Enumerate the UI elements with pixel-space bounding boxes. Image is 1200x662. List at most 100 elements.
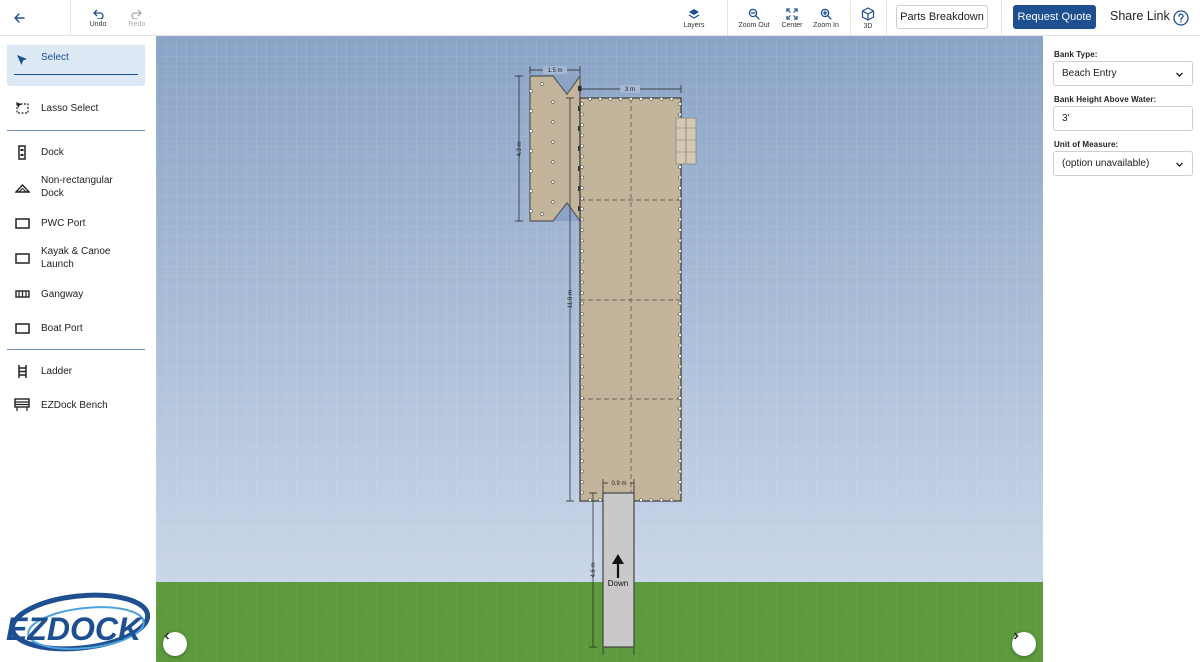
undo-button[interactable]: Undo — [84, 0, 112, 36]
dock-float — [580, 217, 584, 222]
chevron-right-icon — [1014, 632, 1019, 640]
tool-label: Gangway — [41, 289, 84, 300]
tool-lasso-select[interactable]: Lasso Select — [7, 98, 145, 118]
design-canvas[interactable]: Down 1.5 m 3 m 4.3 m 11.9 m 0.9 m 4.6 m — [156, 36, 1043, 662]
dock-float — [580, 427, 584, 432]
cursor-icon — [14, 52, 30, 68]
dock-float — [678, 364, 682, 369]
bank-height-value: 3' — [1062, 113, 1070, 124]
tool-boat-port[interactable]: Boat Port — [7, 318, 145, 338]
sidebar-divider — [7, 349, 145, 350]
view-3d-button[interactable]: 3D — [856, 0, 880, 36]
dock-float — [588, 97, 592, 101]
bank-type-select[interactable]: Beach Entry — [1053, 61, 1193, 86]
select-underline — [14, 74, 138, 75]
tool-kayak-canoe-launch[interactable]: Kayak & Canoe Launch — [7, 243, 145, 273]
tool-gangway[interactable]: Gangway — [7, 284, 145, 304]
dock-float — [678, 228, 682, 232]
dock-float — [678, 322, 682, 327]
toolbar-divider — [70, 0, 71, 36]
back-button[interactable] — [8, 0, 30, 36]
dock-float — [580, 123, 584, 127]
dock-float — [580, 144, 584, 148]
main-dock[interactable] — [579, 97, 682, 502]
tool-label: PWC Port — [41, 218, 86, 229]
pan-right-button[interactable] — [1012, 632, 1036, 656]
dock-float — [678, 207, 682, 211]
dock-float — [580, 312, 584, 316]
zoom-out-button[interactable]: Zoom Out — [737, 0, 771, 36]
dock-float — [678, 417, 682, 421]
dock-float — [678, 448, 682, 453]
dock-float — [649, 498, 654, 502]
tool-label: Ladder — [41, 366, 73, 377]
dock-float — [588, 498, 592, 502]
tool-ezdock-bench[interactable]: EZDock Bench — [7, 395, 145, 415]
tool-label: Kayak & Canoe Launch — [41, 246, 111, 270]
tool-non-rectangular-dock[interactable]: Non-rectangular Dock — [7, 174, 145, 204]
tool-ladder[interactable]: Ladder — [7, 361, 145, 381]
dock-float — [580, 207, 584, 211]
tool-label: Dock — [41, 147, 64, 158]
dock-float — [678, 427, 682, 432]
dock-float — [580, 364, 584, 369]
dock-float — [678, 343, 682, 348]
layers-button[interactable]: Layers — [680, 0, 708, 36]
boat-port-icon — [14, 320, 30, 336]
dock-float — [678, 217, 682, 222]
dim-gangway-length: 4.6 m — [591, 562, 597, 577]
dock-float — [598, 498, 603, 502]
dock-float — [678, 112, 682, 117]
bank-height-input[interactable]: 3' — [1053, 106, 1193, 131]
tool-dock[interactable]: Dock — [7, 142, 145, 162]
kayak-launch-icon — [14, 250, 30, 266]
tool-select[interactable]: Select — [7, 45, 145, 86]
tools-sidebar: Select Lasso Select Dock Non-rectangular… — [0, 36, 156, 662]
bank-type-label: Bank Type: — [1054, 50, 1098, 59]
dock-float — [580, 238, 584, 243]
unit-of-measure-value: (option unavailable) — [1062, 158, 1150, 169]
request-quote-button[interactable]: Request Quote — [1013, 5, 1096, 29]
dock-float — [580, 196, 584, 201]
dock-float — [580, 186, 584, 190]
chevron-left-icon — [164, 632, 169, 640]
toolbar-divider — [1001, 0, 1002, 36]
unit-of-measure-label: Unit of Measure: — [1054, 140, 1119, 149]
dock-float — [678, 385, 682, 390]
dock-float — [678, 469, 682, 474]
dock-float — [678, 175, 682, 180]
parts-breakdown-button[interactable]: Parts Breakdown — [896, 5, 988, 29]
dock-ladder[interactable] — [675, 117, 697, 165]
dock-float — [678, 249, 682, 253]
redo-button[interactable]: Redo — [123, 0, 151, 36]
dock-float — [678, 238, 682, 243]
dock-float — [580, 249, 584, 253]
zoom-in-button[interactable]: Zoom In — [810, 0, 842, 36]
dock-float — [580, 301, 584, 306]
gangway-icon — [14, 286, 30, 302]
dock-float — [678, 312, 682, 316]
dock-float — [678, 301, 682, 306]
dock-layout-drawing[interactable]: Down 1.5 m 3 m 4.3 m 11.9 m 0.9 m 4.6 m — [156, 36, 1043, 662]
center-button[interactable]: Center — [778, 0, 806, 36]
dock-float — [678, 259, 682, 264]
dock-float — [678, 280, 682, 285]
dock-float — [580, 270, 584, 274]
dock-float — [580, 448, 584, 453]
dock-float — [580, 154, 584, 159]
dock-float — [580, 228, 584, 232]
dock-float — [580, 333, 584, 337]
dock-float — [639, 97, 643, 101]
ladder-icon — [14, 363, 30, 379]
dock-float — [678, 165, 682, 169]
share-link-button[interactable]: Share Link — [1110, 9, 1170, 23]
dock-float — [639, 498, 643, 502]
help-button[interactable] — [1172, 0, 1190, 36]
redo-label: Redo — [128, 20, 146, 28]
tool-pwc-port[interactable]: PWC Port — [7, 213, 145, 233]
toolbar-divider — [886, 0, 887, 36]
bench-icon — [14, 397, 30, 413]
bank-type-value: Beach Entry — [1062, 68, 1117, 79]
unit-of-measure-select[interactable]: (option unavailable) — [1053, 151, 1193, 176]
pan-left-button[interactable] — [163, 632, 187, 656]
